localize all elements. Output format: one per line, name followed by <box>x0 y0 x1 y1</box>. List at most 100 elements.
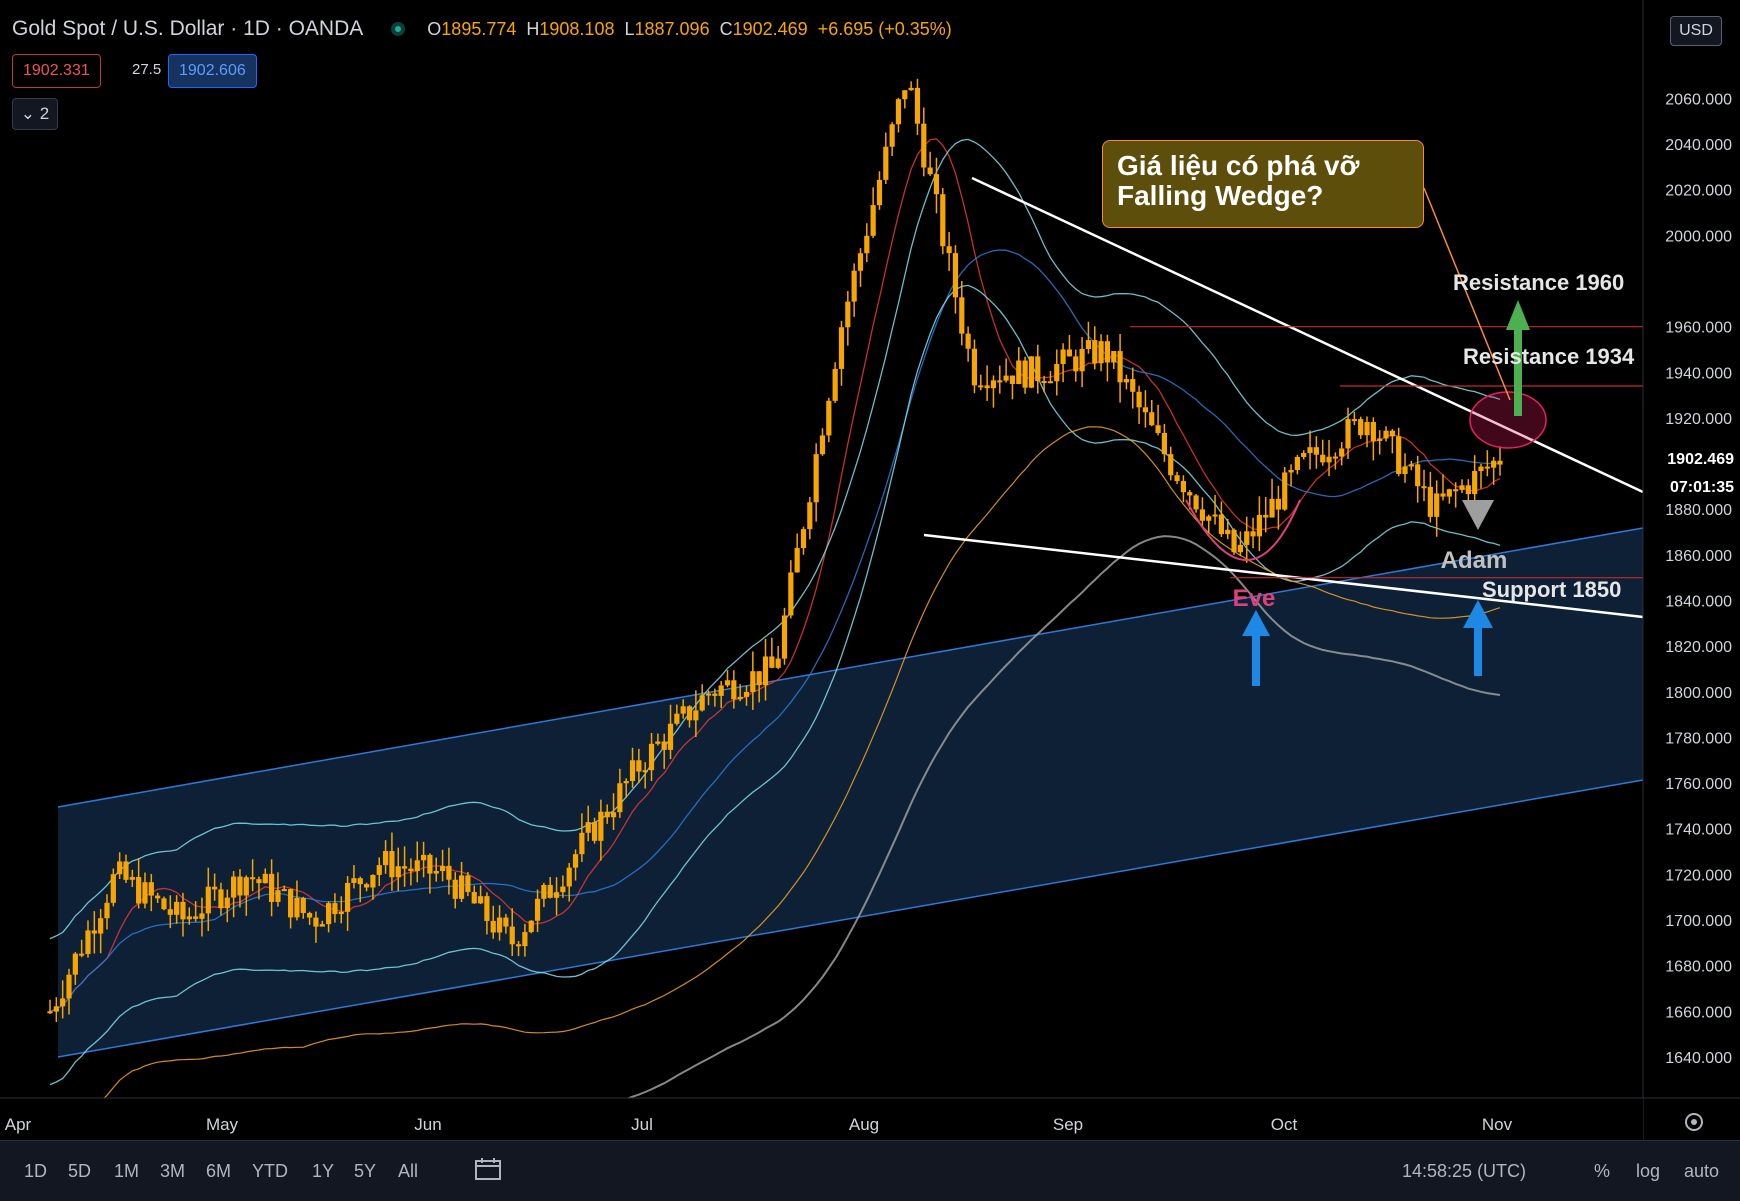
log-toggle[interactable]: log <box>1636 1161 1660 1182</box>
candle-body <box>1364 422 1370 436</box>
candle-body <box>427 854 433 874</box>
sell-button[interactable]: 1902.331 <box>12 54 101 88</box>
candle-body <box>515 944 522 947</box>
currency-button[interactable]: USD <box>1670 16 1722 46</box>
range-5d[interactable]: 5D <box>68 1161 91 1182</box>
candle-body <box>1250 531 1256 537</box>
candle-body <box>1079 348 1085 372</box>
open-value: 1895.774 <box>441 18 517 39</box>
change-value: +6.695 (+0.35%) <box>817 18 952 39</box>
candle-body <box>1484 466 1490 469</box>
price-tick-label: 1960.000 <box>1665 320 1732 337</box>
candle-body <box>509 926 515 945</box>
candle-body <box>997 380 1003 383</box>
candle-body <box>604 811 610 818</box>
candle-body <box>338 911 344 915</box>
candle-body <box>237 876 243 896</box>
candle-body <box>617 783 623 813</box>
candle-body <box>528 920 534 933</box>
candle-body <box>674 713 680 724</box>
candle-body <box>1028 356 1035 388</box>
eve-label: Eve <box>1233 585 1276 612</box>
candle-body <box>1225 529 1231 535</box>
candle-body <box>800 529 807 549</box>
candle-body <box>775 658 781 668</box>
percent-toggle[interactable]: % <box>1594 1161 1610 1182</box>
candle-body <box>769 656 775 668</box>
candle-body <box>1427 486 1433 517</box>
candle-body <box>1332 456 1338 459</box>
candle-body <box>1123 379 1130 383</box>
candle-body <box>262 873 268 884</box>
candle-body <box>1142 407 1149 413</box>
price-tick-label: 1920.000 <box>1665 411 1732 428</box>
price-tick-label: 1940.000 <box>1665 365 1732 382</box>
candle-body <box>1237 544 1243 553</box>
price-chart[interactable]: Resistance 1960 Resistance 1934 Support 18… <box>0 0 1740 1200</box>
candle-body <box>326 903 332 925</box>
candle-body <box>591 822 598 841</box>
candle-body <box>344 882 351 912</box>
candle-body <box>1193 495 1199 510</box>
candle-body <box>155 895 161 899</box>
candle-body <box>446 865 452 880</box>
candle-body <box>1256 514 1262 537</box>
candle-body <box>1009 375 1016 385</box>
callout-note[interactable]: Giá liệu có phá vỡ Falling Wedge? <box>1102 140 1424 228</box>
candle-body <box>1047 381 1054 384</box>
candle-body <box>319 924 325 927</box>
range-1y[interactable]: 1Y <box>312 1161 334 1182</box>
range-1d[interactable]: 1D <box>24 1161 47 1182</box>
candle-body <box>737 696 743 700</box>
candle-body <box>1060 349 1066 364</box>
candle-body <box>1326 456 1332 463</box>
candle-body <box>1421 486 1427 489</box>
candle-body <box>927 167 933 175</box>
price-tick-label: 1720.000 <box>1665 867 1732 884</box>
candle-body <box>1085 340 1092 349</box>
price-tick-label: 1700.000 <box>1665 913 1732 930</box>
candle-body <box>496 917 503 933</box>
range-all[interactable]: All <box>398 1161 418 1182</box>
date-range-icon[interactable] <box>474 1157 502 1186</box>
breakout-arrow-icon <box>1514 330 1522 416</box>
candle-body <box>1206 516 1212 521</box>
candle-body <box>72 953 78 975</box>
auto-toggle[interactable]: auto <box>1684 1161 1719 1182</box>
price-tick-label: 2020.000 <box>1665 183 1732 200</box>
candle-body <box>1301 453 1307 457</box>
candle-body <box>724 680 731 686</box>
range-3m[interactable]: 3M <box>160 1161 185 1182</box>
candle-body <box>193 916 199 919</box>
indicators-toggle-button[interactable]: ⌄ 2 <box>12 98 58 130</box>
candle-body <box>288 889 294 918</box>
price-tick-label: 1800.000 <box>1665 685 1732 702</box>
range-5y[interactable]: 5Y <box>354 1161 376 1182</box>
candle-body <box>876 179 883 206</box>
candle-body <box>123 861 129 880</box>
candle-body <box>408 868 414 872</box>
candle-body <box>864 235 870 254</box>
range-6m[interactable]: 6M <box>206 1161 231 1182</box>
candle-body <box>212 886 218 890</box>
candle-body <box>705 693 712 696</box>
symbol-title[interactable]: Gold Spot / U.S. Dollar · 1D · OANDA <box>12 17 363 41</box>
candle-body <box>845 301 851 328</box>
candle-body <box>231 876 237 898</box>
candle-body <box>902 90 908 100</box>
candle-body <box>142 882 148 904</box>
buy-button[interactable]: 1902.606 <box>168 54 257 88</box>
candle-body <box>743 691 750 697</box>
candle-body <box>1440 493 1446 497</box>
range-1m[interactable]: 1M <box>114 1161 139 1182</box>
candle-body <box>294 897 300 918</box>
candle-body <box>560 886 566 893</box>
candle-body <box>1294 456 1300 471</box>
candle-body <box>1358 419 1364 436</box>
range-ytd[interactable]: YTD <box>252 1161 288 1182</box>
time-tick-label: May <box>206 1115 239 1134</box>
candle-body <box>547 884 553 898</box>
price-tick-label: 1780.000 <box>1665 730 1732 747</box>
clock-time[interactable]: 14:58:25 (UTC) <box>1402 1161 1526 1182</box>
candle-body <box>60 998 66 1007</box>
